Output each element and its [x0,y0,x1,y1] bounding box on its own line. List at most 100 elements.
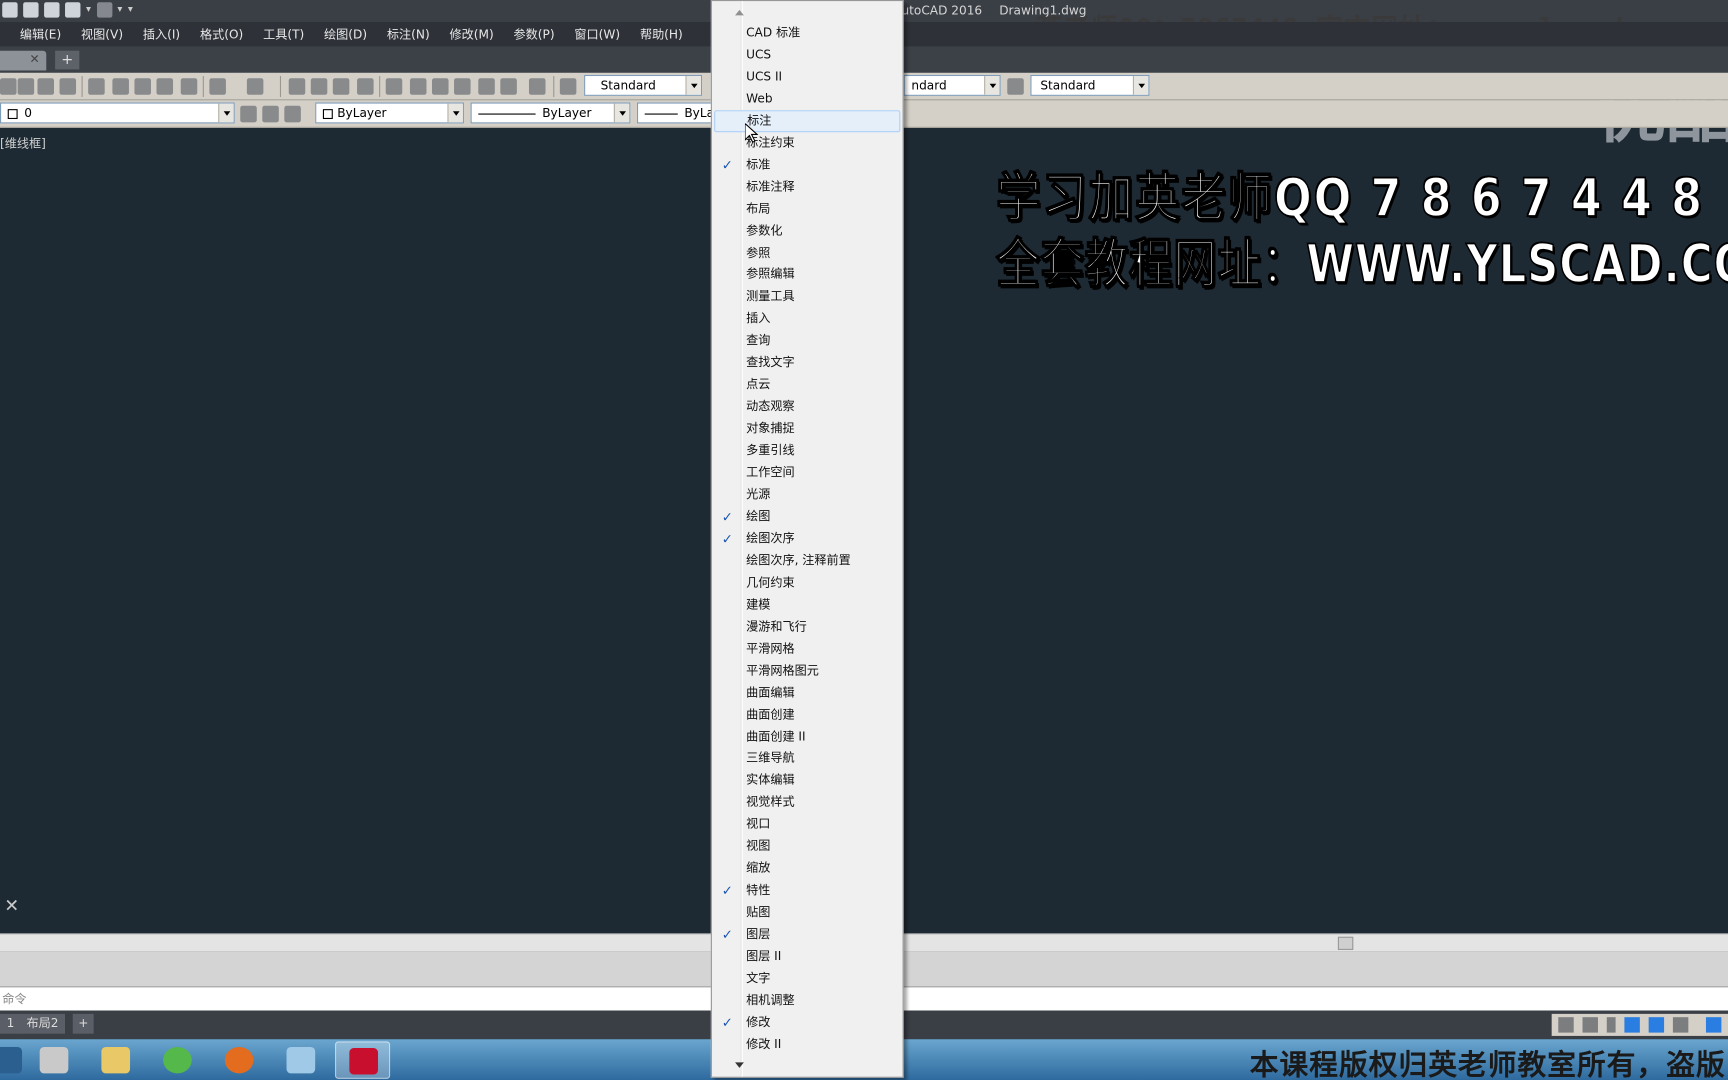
isodraft-icon[interactable] [1705,1017,1722,1033]
toolbar-menu-item[interactable]: ✓三维导航 [712,748,903,770]
layout-tab-2[interactable]: 布局2 [19,1013,66,1034]
open-icon[interactable] [17,78,35,95]
redo-icon[interactable] [96,2,112,18]
viewport-label[interactable]: [维线框] [0,134,46,152]
menu-item-10[interactable]: 帮助(H) [640,25,683,43]
redo-icon[interactable] [246,78,264,95]
layer-states-icon[interactable] [284,105,301,123]
toolbar-menu-item[interactable]: ✓UCS [712,44,903,66]
table-style-select[interactable]: Standard [1030,74,1150,96]
menu-item-1[interactable]: 视图(V) [81,25,123,43]
sheet-set-icon[interactable] [454,78,471,95]
toolbar-menu-item[interactable]: ✓ 特性 [712,880,903,902]
toolbar-menu-item[interactable]: ✓视觉样式 [712,792,903,814]
table-style-icon[interactable] [1007,78,1024,95]
cut-icon[interactable] [88,78,105,95]
copy-icon[interactable] [112,78,129,95]
paste-icon[interactable] [134,78,151,95]
chevron-down-icon[interactable] [1606,1017,1616,1033]
toolbar-menu-item[interactable]: ✓参照编辑 [712,264,903,286]
snap-icon[interactable] [1582,1017,1598,1033]
toolbar-menu-item[interactable]: ✓光源 [712,484,903,506]
toolbar-menu-item[interactable]: ✓实体编辑 [712,770,903,792]
qat-customize-icon[interactable]: ▾ [128,4,133,15]
toolbar-menu-item[interactable]: ✓动态观察 [712,396,903,418]
toolbar-menu-item[interactable]: ✓标注约束 [712,132,903,154]
menu-item-3[interactable]: 格式(O) [200,25,243,43]
zoom-window-icon[interactable] [332,78,350,95]
layer-select[interactable]: 0 [0,102,235,124]
toolbar-menu-item[interactable]: ✓漫游和飞行 [712,616,903,638]
chevron-down-icon[interactable] [685,76,701,95]
make-current-layer-icon[interactable] [240,105,257,123]
toolbar-menu-item[interactable]: ✓Web [712,88,903,110]
menu-item-2[interactable]: 插入(I) [143,25,180,43]
menu-item-7[interactable]: 修改(M) [450,25,494,43]
infer-constraints-icon[interactable] [1624,1017,1640,1033]
taskbar-app-explorer[interactable] [88,1041,143,1078]
menu-item-5[interactable]: 绘图(D) [324,25,367,43]
toolbar-menu-item[interactable]: ✓平滑网格图元 [712,660,903,682]
chevron-down-icon[interactable] [447,103,463,123]
toolbar-menu-item[interactable]: ✓测量工具 [712,286,903,308]
toolbar-menu-item[interactable]: ✓图层 II [712,946,903,968]
new-icon[interactable] [0,78,17,95]
toolbar-menu-item[interactable]: ✓标注 [714,109,901,132]
save-icon[interactable] [37,78,54,95]
taskbar-app-browser-green[interactable] [150,1041,205,1078]
text-style-select[interactable]: Standard [584,74,702,96]
match-properties-icon[interactable] [156,78,174,95]
layout-tab-1[interactable]: 1 [0,1013,21,1034]
toolbar-menu-item[interactable]: ✓参数化 [712,220,903,242]
toolbar-menu-item[interactable]: ✓修改 II [712,1034,903,1056]
save-as-icon[interactable] [23,2,39,18]
save-icon[interactable] [2,2,18,18]
help-icon[interactable] [528,78,546,95]
toolbar-menu-item[interactable]: ✓绘图次序, 注释前置 [712,550,903,572]
toolbar-menu-item[interactable]: ✓ 修改 [712,1012,903,1034]
block-editor-icon[interactable] [180,78,198,95]
toolbar-menu-item[interactable]: ✓视图 [712,836,903,858]
layer-previous-icon[interactable] [262,105,279,123]
text-style-icon[interactable] [559,78,577,95]
toolbar-menu-item[interactable]: ✓对象捕捉 [712,418,903,440]
toolbar-menu-item[interactable]: ✓缩放 [712,858,903,880]
grid-icon[interactable] [1558,1017,1574,1033]
chevron-down-icon[interactable] [1132,76,1149,95]
menu-item-6[interactable]: 标注(N) [387,25,430,43]
toolbar-menu-item[interactable]: ✓曲面创建 [712,704,903,726]
toolbar-menu-item[interactable]: ✓插入 [712,308,903,330]
taskbar-app-recorder[interactable] [26,1041,81,1078]
design-center-icon[interactable] [409,78,427,95]
toolbar-menu-item[interactable]: ✓ 绘图 [712,506,903,528]
color-select[interactable]: ByLayer [315,102,464,124]
properties-icon[interactable] [385,78,403,95]
toolbar-menu-item[interactable]: ✓CAD 标准 [712,22,903,44]
linetype-select[interactable]: ByLayer [470,102,631,124]
toolbar-menu-item[interactable]: ✓点云 [712,374,903,396]
toolbar-menu-item[interactable]: ✓文字 [712,968,903,990]
undo-dropdown-icon[interactable]: ▾ [86,4,91,15]
markup-icon[interactable] [478,78,495,95]
calculator-icon[interactable] [500,78,517,95]
chevron-down-icon[interactable] [613,103,630,123]
menu-scroll-down[interactable] [712,1057,903,1077]
toolbar-menu-item[interactable]: ✓建模 [712,594,903,616]
dim-style-select[interactable]: ndard [903,74,1001,96]
toolbar-menu-item[interactable]: ✓UCS II [712,66,903,88]
toolbar-menu-item[interactable]: ✓查找文字 [712,352,903,374]
zoom-previous-icon[interactable] [357,78,374,95]
chevron-down-icon[interactable] [218,103,234,123]
toolbar-menu-item[interactable]: ✓多重引线 [712,440,903,462]
close-tab-icon[interactable]: ✕ [30,52,40,66]
pan-icon[interactable] [288,78,306,95]
scrollbar-thumb[interactable] [1337,936,1354,950]
toolbar-menu-item[interactable]: ✓贴图 [712,902,903,924]
menu-item-4[interactable]: 工具(T) [263,25,304,43]
new-tab-button[interactable]: + [55,50,80,70]
toolbar-menu-item[interactable]: ✓参照 [712,242,903,264]
toolbar-menu-item[interactable]: ✓曲面创建 II [712,726,903,748]
undo-icon[interactable] [209,78,226,95]
toolbar-menu-item[interactable]: ✓曲面编辑 [712,682,903,704]
menu-item-8[interactable]: 参数(P) [514,25,555,43]
